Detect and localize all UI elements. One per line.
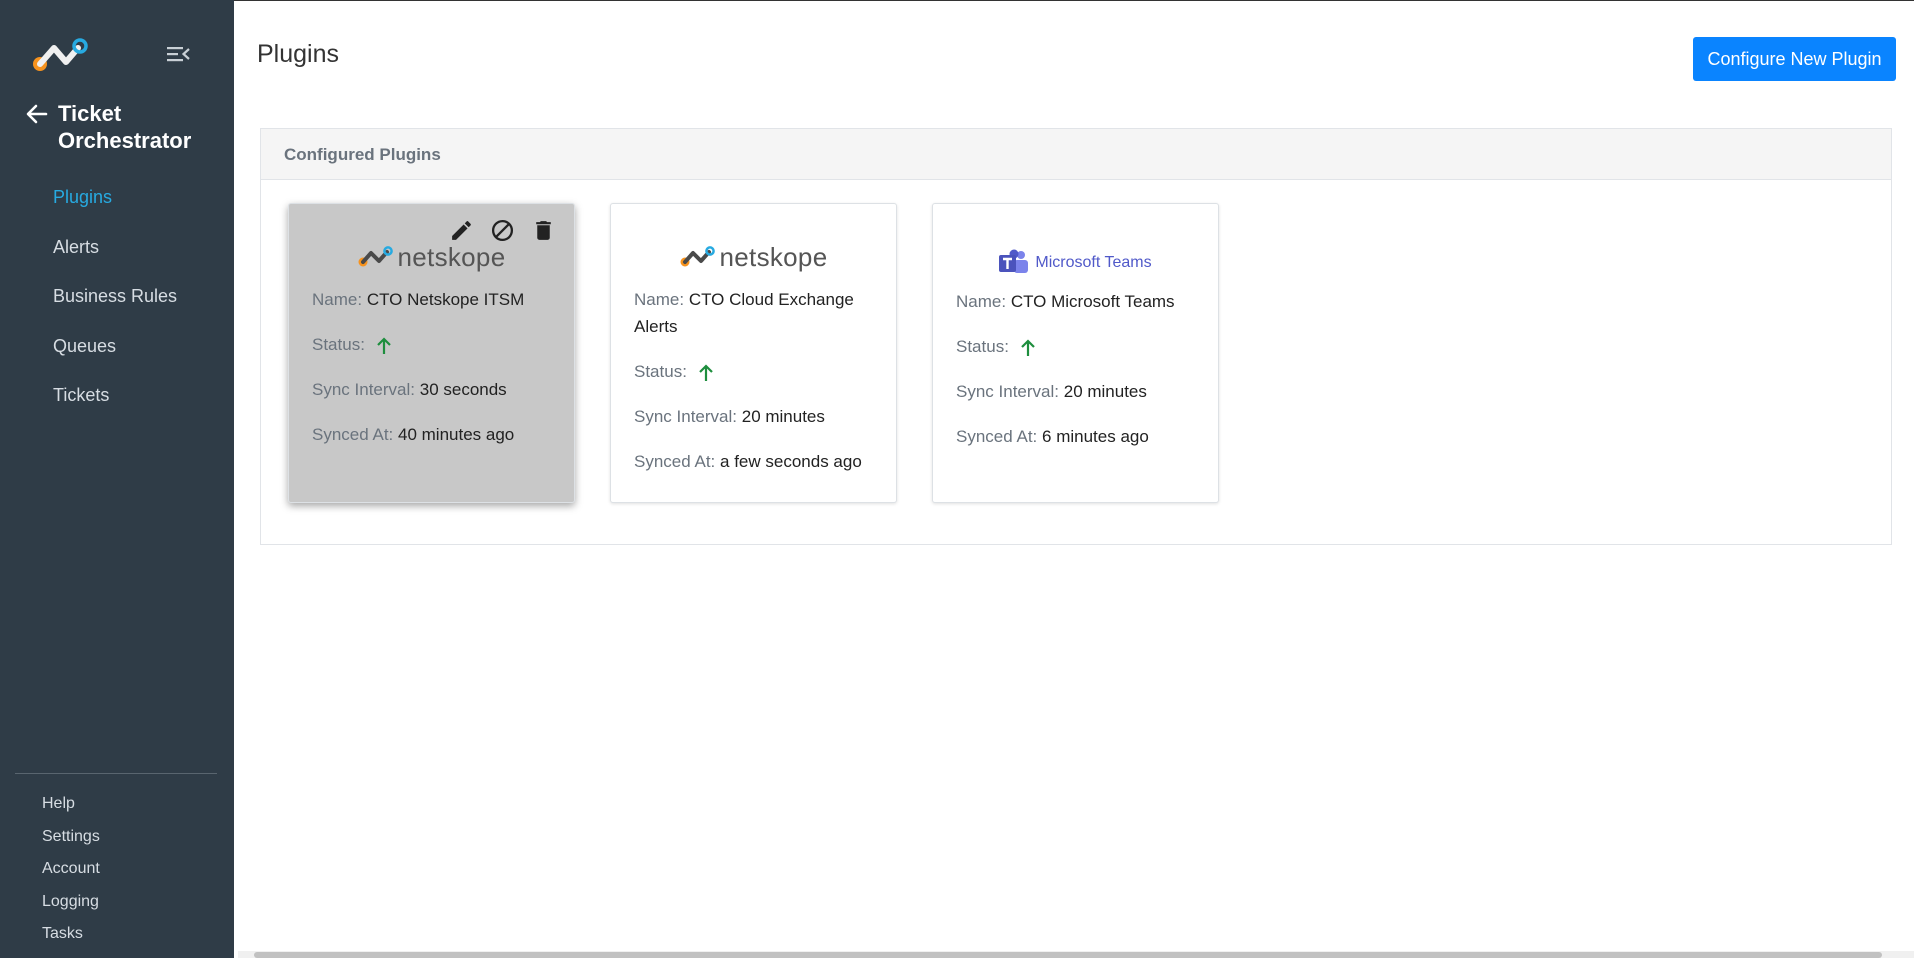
plugin-logo-text: Microsoft Teams xyxy=(1035,254,1152,271)
netskope-logo-icon[interactable] xyxy=(32,38,88,72)
sidebar-footer-nav: Help Settings Account Logging Tasks xyxy=(42,792,100,955)
sidebar: Ticket Orchestrator Plugins Alerts Busin… xyxy=(0,0,234,958)
app-title: Ticket Orchestrator xyxy=(58,101,192,153)
sidebar-item-tasks[interactable]: Tasks xyxy=(42,922,100,955)
plugin-status: Status: xyxy=(634,358,873,385)
sidebar-item-account[interactable]: Account xyxy=(42,857,100,890)
plugin-synced-at: Synced At: a few seconds ago xyxy=(634,452,862,471)
plugin-sync-interval: Sync Interval: 20 minutes xyxy=(956,382,1147,401)
sidebar-nav: Plugins Alerts Business Rules Queues Tic… xyxy=(53,182,177,430)
sidebar-item-plugins[interactable]: Plugins xyxy=(53,182,177,232)
status-up-icon xyxy=(698,363,713,381)
plugin-logo: netskope xyxy=(634,228,873,286)
microsoft-teams-icon xyxy=(999,249,1029,273)
plugin-sync-interval: Sync Interval: 30 seconds xyxy=(312,380,507,399)
sidebar-item-help[interactable]: Help xyxy=(42,792,100,825)
plugin-synced-at: Synced At: 6 minutes ago xyxy=(956,427,1149,446)
plugin-card[interactable]: Microsoft Teams Name: CTO Microsoft Team… xyxy=(932,203,1219,503)
configure-new-plugin-button[interactable]: Configure New Plugin xyxy=(1693,37,1896,81)
panel-title: Configured Plugins xyxy=(261,129,1891,180)
back-to-app-link[interactable]: Ticket Orchestrator xyxy=(26,100,208,154)
back-arrow-icon xyxy=(26,104,48,124)
horizontal-scrollbar-thumb[interactable] xyxy=(254,952,1882,958)
sidebar-divider xyxy=(15,773,217,774)
plugin-card[interactable]: netskope Name: CTO Netskope ITSM Status:… xyxy=(288,203,575,503)
page-title: Plugins xyxy=(257,40,339,68)
plugin-card[interactable]: netskope Name: CTO Cloud Exchange Alerts… xyxy=(610,203,897,503)
netskope-logo-icon xyxy=(680,246,715,267)
edit-icon[interactable] xyxy=(449,218,474,243)
plugin-name: Name: CTO Microsoft Teams xyxy=(956,292,1175,311)
plugin-logo-text: netskope xyxy=(719,241,828,272)
plugin-sync-interval: Sync Interval: 20 minutes xyxy=(634,407,825,426)
sidebar-item-tickets[interactable]: Tickets xyxy=(53,380,177,430)
sidebar-item-settings[interactable]: Settings xyxy=(42,825,100,858)
status-up-icon xyxy=(1020,338,1035,356)
collapse-menu-icon[interactable] xyxy=(166,44,190,64)
status-up-icon xyxy=(376,336,391,354)
top-border xyxy=(234,0,1914,1)
configured-plugins-panel: Configured Plugins netskope Name: CTO Ne… xyxy=(260,128,1892,545)
netskope-logo-icon xyxy=(358,246,393,267)
plugin-synced-at: Synced At: 40 minutes ago xyxy=(312,425,515,444)
plugin-name: Name: CTO Cloud Exchange Alerts xyxy=(634,290,854,336)
card-actions xyxy=(449,218,556,243)
plugin-status: Status: xyxy=(312,331,551,358)
plugin-logo: Microsoft Teams xyxy=(956,234,1195,292)
plugin-name: Name: CTO Netskope ITSM xyxy=(312,290,525,309)
delete-icon[interactable] xyxy=(531,218,556,243)
sidebar-item-alerts[interactable]: Alerts xyxy=(53,232,177,282)
disable-icon[interactable] xyxy=(490,218,515,243)
sidebar-item-logging[interactable]: Logging xyxy=(42,890,100,923)
plugin-logo-text: netskope xyxy=(397,241,506,272)
sidebar-item-queues[interactable]: Queues xyxy=(53,331,177,381)
sidebar-item-business-rules[interactable]: Business Rules xyxy=(53,281,177,331)
plugin-status: Status: xyxy=(956,333,1195,360)
